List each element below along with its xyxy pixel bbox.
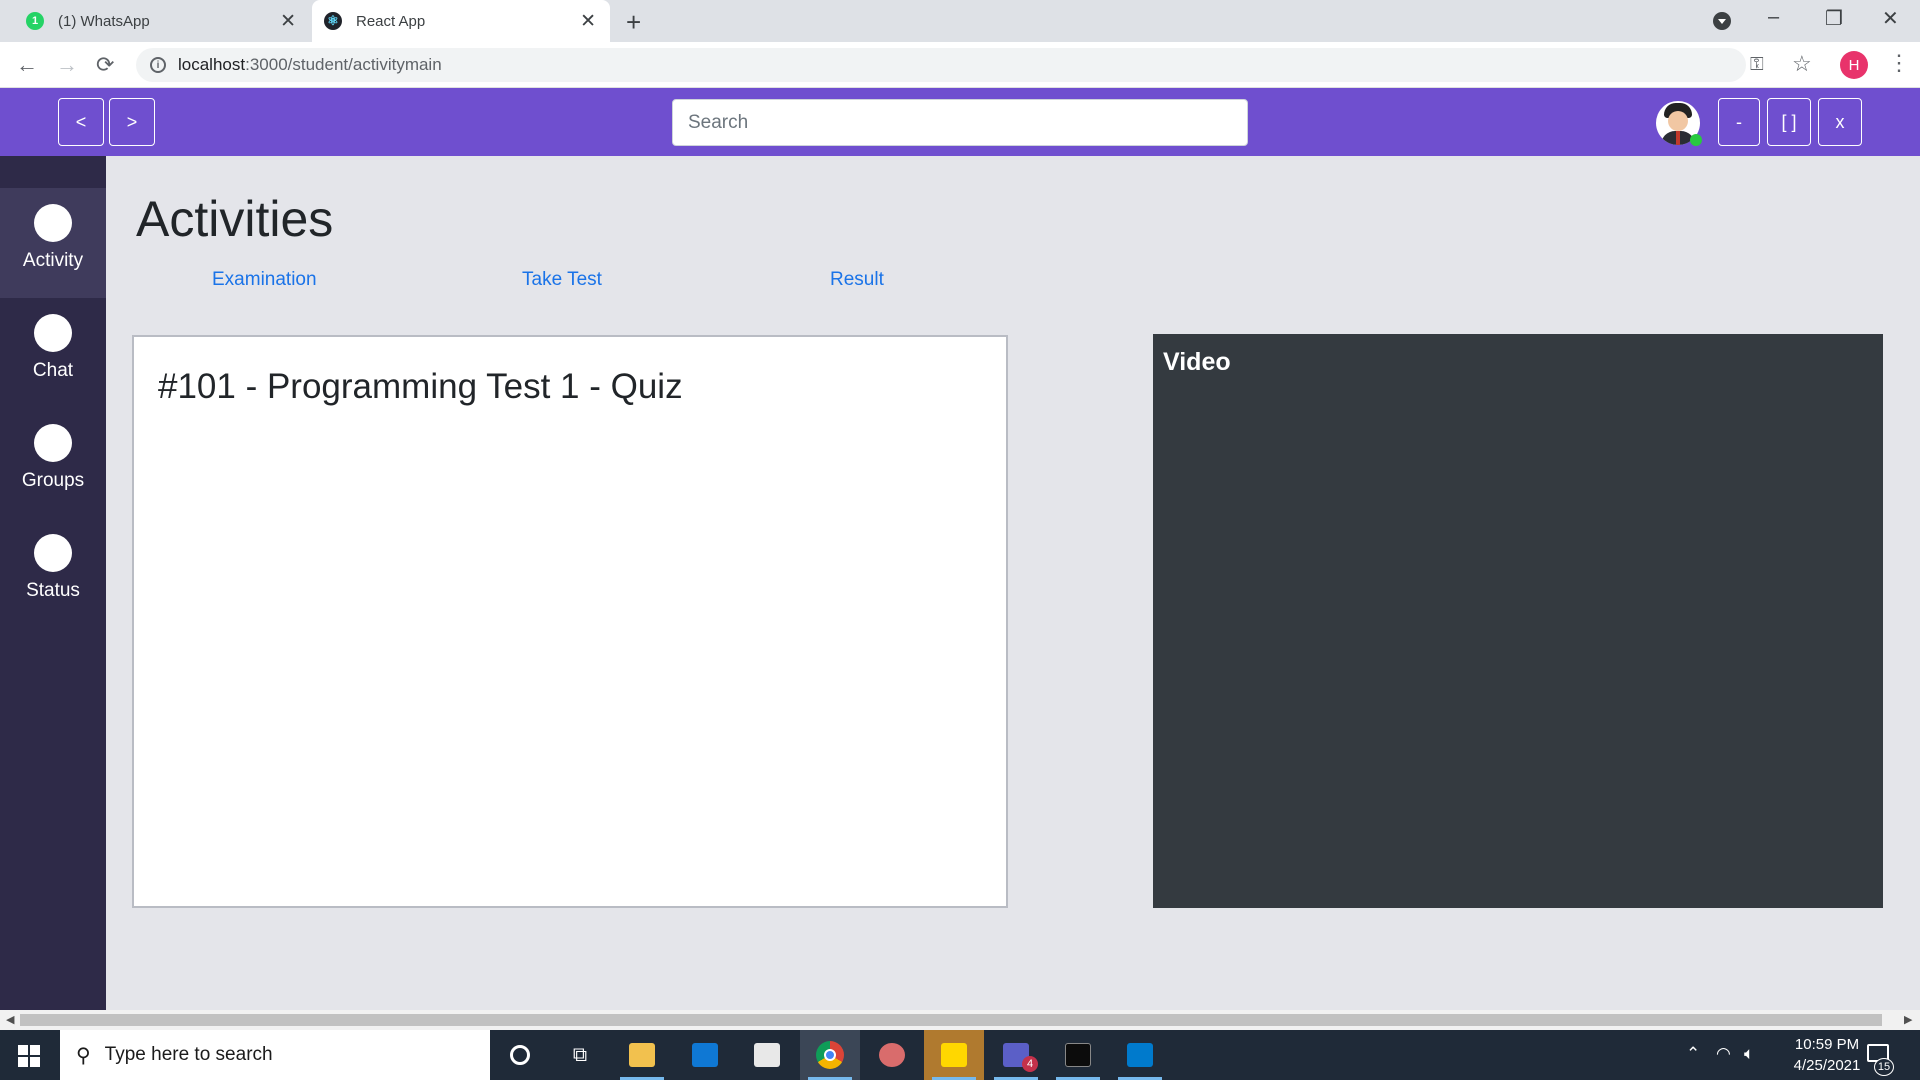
online-status-indicator (1690, 134, 1702, 146)
chat-icon (34, 314, 72, 352)
status-icon (34, 534, 72, 572)
tab-whatsapp[interactable]: 1 (1) WhatsApp ✕ (0, 0, 310, 42)
exam-title: #101 - Programming Test 1 - Quiz (158, 367, 683, 406)
react-icon: ⚛ (324, 12, 342, 30)
windows-start-icon[interactable] (18, 1045, 40, 1067)
sticky-notes-icon[interactable] (924, 1030, 984, 1080)
task-view-icon[interactable]: ⧉ (550, 1030, 610, 1080)
new-tab-button[interactable]: + (626, 7, 641, 38)
clock-time[interactable]: 10:59 PM (1782, 1036, 1872, 1053)
mail-icon[interactable] (675, 1030, 735, 1080)
teams-icon[interactable]: 4 (986, 1030, 1046, 1080)
paint-icon[interactable] (862, 1030, 922, 1080)
taskbar-search[interactable]: ⚲ Type here to search (60, 1030, 490, 1080)
chrome-icon[interactable] (800, 1030, 860, 1080)
restore-window-button[interactable]: ❐ (1825, 6, 1843, 31)
sidebar-item-status[interactable]: Status (0, 518, 106, 628)
reload-icon[interactable]: ⟳ (96, 52, 114, 78)
url-path: :3000/student/activitymain (245, 55, 442, 74)
taskbar-search-placeholder: Type here to search (104, 1044, 273, 1065)
sidebar-item-groups[interactable]: Groups (0, 408, 106, 518)
video-label: Video (1163, 348, 1231, 376)
store-icon[interactable] (737, 1030, 797, 1080)
volume-icon[interactable]: 🔈︎ (1744, 1044, 1754, 1064)
sidebar-item-label: Chat (32, 360, 74, 381)
tab-react-app[interactable]: ⚛ React App ✕ (312, 0, 610, 42)
close-button[interactable]: x (1818, 98, 1862, 146)
clock-date[interactable]: 4/25/2021 (1782, 1057, 1872, 1074)
tab-title: React App (356, 12, 426, 30)
url-host: localhost (178, 55, 246, 74)
activity-icon (34, 204, 72, 242)
sidebar-item-label: Activity (22, 250, 84, 271)
browser-menu-icon[interactable]: ⋮ (1888, 50, 1910, 76)
page-title: Activities (136, 191, 334, 247)
cortana-icon[interactable] (490, 1030, 550, 1080)
main-content: Activities Examination Take Test Result … (106, 156, 1920, 1010)
address-bar[interactable]: i localhost:3000/student/activitymain (136, 48, 1746, 82)
forward-button[interactable]: > (109, 98, 155, 146)
scroll-left-icon[interactable]: ◀ (6, 1013, 14, 1026)
key-icon[interactable]: ⚿ (1750, 54, 1764, 75)
browser-toolbar: ← → ⟳ i localhost:3000/student/activitym… (0, 42, 1920, 88)
browser-tab-strip: 1 (1) WhatsApp ✕ ⚛ React App ✕ + – ❐ ✕ (0, 0, 1920, 42)
sidebar-item-activity[interactable]: Activity (0, 188, 106, 298)
teams-badge: 4 (1022, 1056, 1038, 1072)
forward-arrow-icon[interactable]: → (56, 52, 78, 78)
taskbar: ⚲ Type here to search ⧉ 4 ⌃ ◠ 🔈︎ 10:59 P… (0, 1030, 1920, 1080)
vscode-icon[interactable] (1110, 1030, 1170, 1080)
notification-count: 15 (1874, 1058, 1894, 1076)
bookmark-star-icon[interactable]: ☆ (1792, 51, 1812, 77)
take-test-link[interactable]: Take Test (522, 269, 602, 291)
whatsapp-icon: 1 (26, 12, 44, 30)
tab-search-icon[interactable] (1713, 12, 1731, 30)
maximize-button[interactable]: [ ] (1767, 98, 1811, 146)
horizontal-scrollbar[interactable]: ◀ ▶ (0, 1010, 1920, 1030)
minimize-window-button[interactable]: – (1768, 6, 1779, 29)
minimize-button[interactable]: - (1718, 98, 1760, 146)
examination-link[interactable]: Examination (212, 269, 317, 291)
sidebar-item-label: Groups (21, 470, 85, 491)
sidebar-item-chat[interactable]: Chat (0, 298, 106, 408)
info-icon[interactable]: i (150, 57, 166, 73)
wifi-icon[interactable]: ◠ (1716, 1044, 1731, 1064)
profile-avatar[interactable]: H (1840, 51, 1868, 79)
video-panel[interactable]: Video (1153, 334, 1883, 908)
search-input[interactable] (672, 99, 1248, 146)
scrollbar-thumb[interactable] (20, 1014, 1882, 1026)
sidebar: Activity Chat Groups Status (0, 156, 106, 1010)
groups-icon (34, 424, 72, 462)
tab-title: (1) WhatsApp (58, 12, 150, 30)
result-link[interactable]: Result (830, 269, 884, 291)
close-icon[interactable]: ✕ (280, 10, 296, 33)
sidebar-item-label: Status (26, 580, 80, 601)
app-header: < > - [ ] x (0, 88, 1920, 156)
close-icon[interactable]: ✕ (580, 10, 596, 33)
search-icon: ⚲ (76, 1044, 91, 1067)
exam-card[interactable]: #101 - Programming Test 1 - Quiz (132, 335, 1008, 908)
scroll-right-icon[interactable]: ▶ (1904, 1013, 1912, 1026)
file-explorer-icon[interactable] (612, 1030, 672, 1080)
show-hidden-icons[interactable]: ⌃ (1686, 1044, 1700, 1064)
terminal-icon[interactable] (1048, 1030, 1108, 1080)
close-window-button[interactable]: ✕ (1882, 6, 1899, 31)
back-arrow-icon[interactable]: ← (16, 52, 38, 78)
back-button[interactable]: < (58, 98, 104, 146)
